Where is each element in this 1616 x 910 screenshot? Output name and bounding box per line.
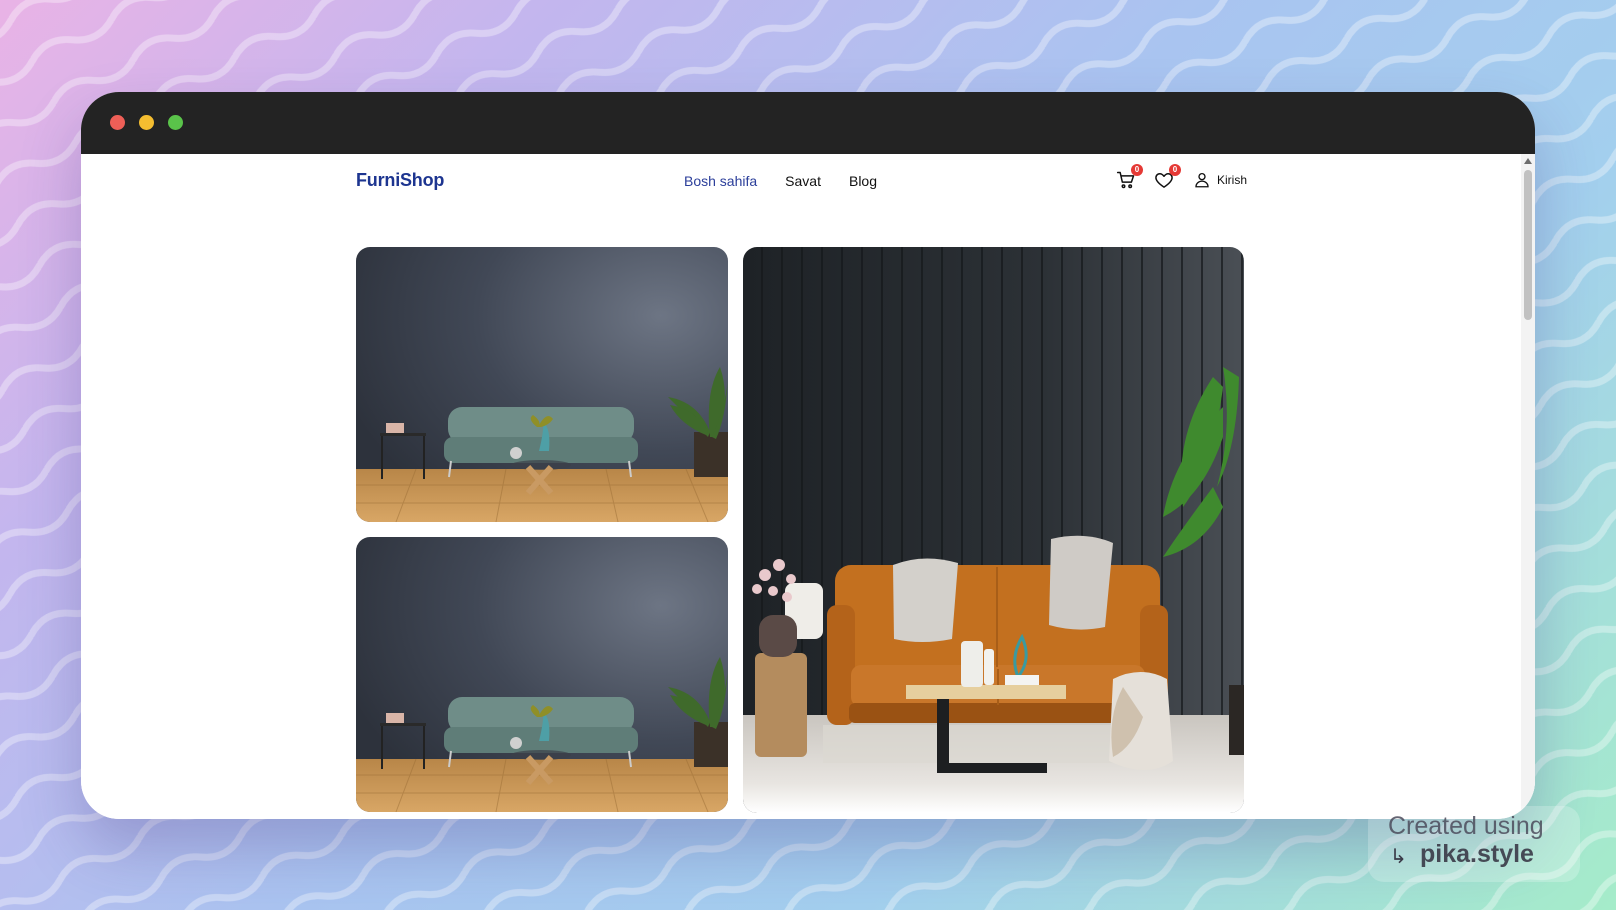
browser-window: FurniShop Bosh sahifa Savat Blog 0 0 Kir… (81, 92, 1535, 819)
scrollbar-thumb[interactable] (1524, 170, 1532, 320)
cart-count-badge: 0 (1131, 164, 1143, 176)
gallery-image-orange-sofa[interactable] (743, 247, 1244, 813)
gray-sofa-room-image (356, 537, 728, 812)
watermark: Created using ↳ pika.style (1368, 806, 1580, 882)
login-button[interactable]: Kirish (1193, 170, 1247, 190)
minimize-window-button[interactable] (139, 115, 154, 130)
orange-sofa-room-image (743, 247, 1244, 813)
gallery-image-gray-sofa-2[interactable] (356, 537, 728, 812)
hero-gallery (356, 247, 1244, 813)
maximize-window-button[interactable] (168, 115, 183, 130)
wishlist-button[interactable]: 0 (1153, 164, 1181, 191)
window-titlebar (81, 92, 1535, 154)
page-scrollbar[interactable] (1521, 154, 1535, 819)
nav-link-cart[interactable]: Savat (785, 173, 821, 189)
scroll-up-arrow-icon[interactable] (1524, 158, 1532, 164)
site-header: FurniShop Bosh sahifa Savat Blog 0 0 Kir… (81, 154, 1521, 212)
watermark-caption: Created using (1388, 812, 1544, 840)
gallery-image-gray-sofa-1[interactable] (356, 247, 728, 522)
gray-sofa-room-image (356, 247, 728, 522)
cart-button[interactable]: 0 (1115, 164, 1143, 191)
user-icon (1195, 172, 1209, 188)
page-viewport: FurniShop Bosh sahifa Savat Blog 0 0 Kir… (81, 154, 1535, 819)
close-window-button[interactable] (110, 115, 125, 130)
return-arrow-icon: ↳ (1390, 846, 1407, 868)
nav-link-home[interactable]: Bosh sahifa (684, 173, 757, 189)
nav-link-blog[interactable]: Blog (849, 173, 877, 189)
login-label: Kirish (1217, 173, 1248, 187)
main-nav: Bosh sahifa Savat Blog (684, 173, 877, 189)
wishlist-count-badge: 0 (1169, 164, 1181, 176)
header-actions: 0 0 Kirish (1115, 164, 1247, 193)
site-logo[interactable]: FurniShop (356, 170, 444, 191)
watermark-brand: pika.style (1420, 840, 1534, 868)
